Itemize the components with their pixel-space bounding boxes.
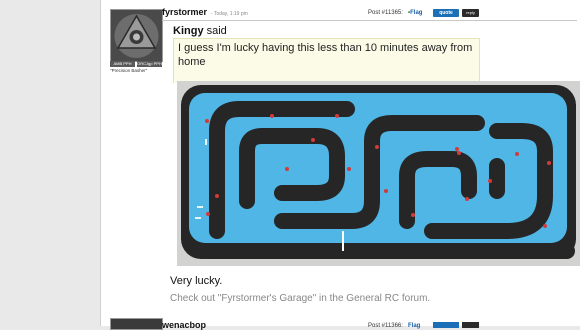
next-post-number-link[interactable]: Post #11366: [368, 323, 403, 329]
race-track-photo [177, 81, 580, 266]
quote-author: Kingy [173, 25, 204, 37]
signature-text: Check out "Fyrstormer's Garage" in the G… [170, 293, 431, 304]
reply-button[interactable]: reply [462, 9, 479, 17]
next-username-link[interactable]: wenacbop [162, 320, 206, 330]
flag-link[interactable]: •Flag [408, 10, 422, 16]
avatar-badges: AMB PPH ORCJgp PPH [110, 61, 162, 67]
post-date-text: Today, 1:19 pm [213, 11, 248, 17]
said-label: said [206, 25, 227, 37]
badge: AMB PPH [110, 61, 135, 67]
post-header: fyrstormer - Today, 1:19 pm Post #11365:… [162, 6, 577, 21]
next-quote-button[interactable] [433, 322, 459, 328]
user-title: "Precision Basher" [110, 68, 148, 73]
next-post-avatar[interactable] [110, 318, 163, 330]
quote-attribution: Kingy said [173, 25, 227, 37]
badge: ORCJgp PPH [137, 61, 162, 67]
flag-label: Flag [410, 10, 423, 16]
rotor-icon [111, 10, 162, 61]
quote-text: I guess I'm lucky having this less than … [178, 42, 473, 68]
post-body-text: Very lucky. [170, 275, 223, 287]
username-link[interactable]: fyrstormer [162, 7, 207, 17]
track-image[interactable] [177, 81, 580, 266]
next-reply-button[interactable] [462, 322, 479, 328]
post-number-link[interactable]: Post #11365: [368, 10, 403, 16]
next-flag-link[interactable]: Flag [408, 323, 420, 329]
user-avatar[interactable] [110, 9, 163, 62]
quote-button[interactable]: quote [433, 9, 459, 17]
post-date: - Today, 1:19 pm [211, 11, 248, 17]
